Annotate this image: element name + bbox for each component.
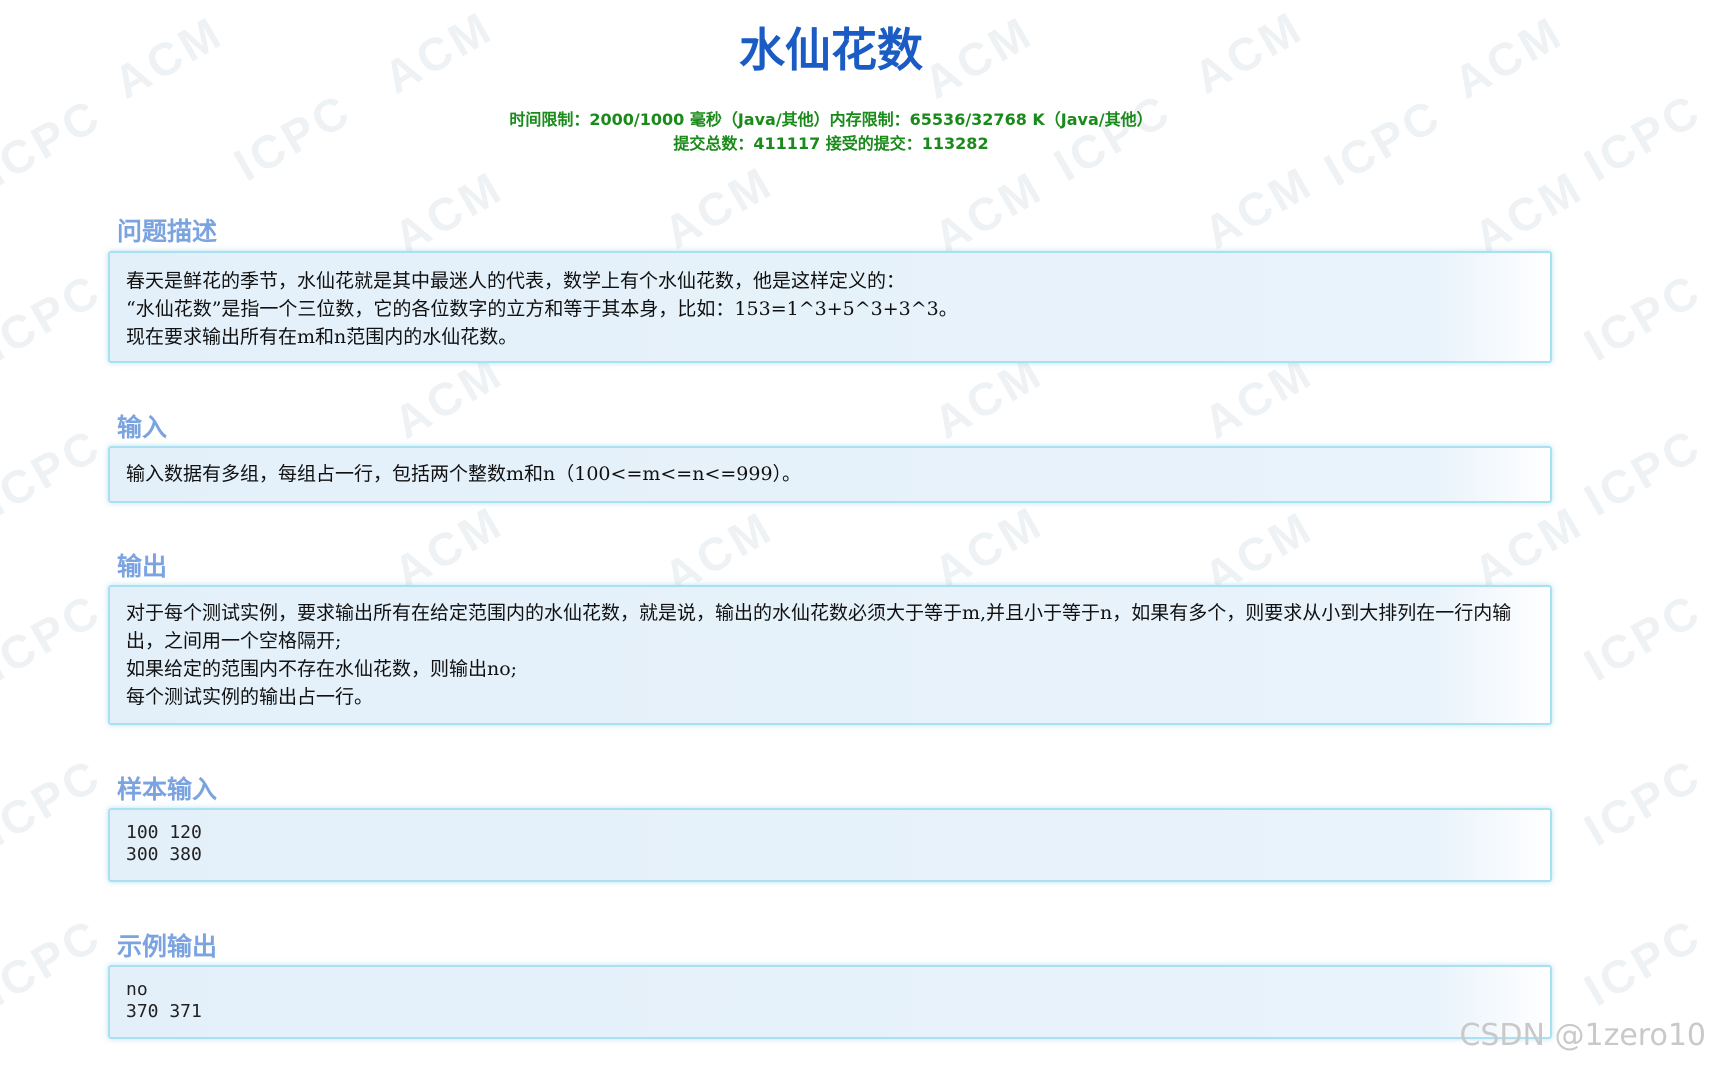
watermark-acm: ACM	[384, 160, 512, 264]
watermark-acm: ACM	[924, 495, 1052, 599]
watermark-icpc: ICPC	[1575, 748, 1711, 856]
watermark-icpc: ICPC	[0, 418, 111, 526]
page-title: 水仙花数	[739, 23, 923, 77]
watermark-icpc: ICPC	[1575, 583, 1711, 691]
watermark-acm: ACM	[1194, 155, 1322, 259]
section-title-description: 问题描述	[117, 217, 218, 246]
watermark-icpc: ICPC	[0, 908, 111, 1016]
watermark-icpc: ICPC	[1575, 908, 1711, 1016]
section-title-input: 输入	[117, 413, 168, 442]
watermark-acm: ACM	[654, 155, 782, 259]
problem-limits: 时间限制：2000/1000 毫秒（Java/其他）内存限制：65536/327…	[0, 108, 1662, 156]
sample-input-line: 300 380	[126, 844, 202, 865]
sample-output-panel: no 370 371	[108, 965, 1552, 1039]
watermark-acm: ACM	[1464, 495, 1592, 599]
watermark-icpc: ICPC	[0, 748, 111, 856]
limits-submissions: 提交总数：411117 接受的提交：113282	[673, 134, 989, 153]
output-panel: 对于每个测试实例，要求输出所有在给定范围内的水仙花数，就是说，输出的水仙花数必须…	[108, 585, 1552, 725]
watermark-acm: ACM	[924, 160, 1052, 264]
watermark-icpc: ICPC	[0, 263, 111, 371]
description-line: 春天是鲜花的季节，水仙花就是其中最迷人的代表，数学上有个水仙花数，他是这样定义的…	[126, 270, 906, 292]
input-line: 输入数据有多组，每组占一行，包括两个整数m和n（100<=m<=n<=999）。	[126, 463, 802, 485]
sample-output-line: 370 371	[126, 1001, 202, 1022]
description-panel: 春天是鲜花的季节，水仙花就是其中最迷人的代表，数学上有个水仙花数，他是这样定义的…	[108, 251, 1552, 363]
output-line: 对于每个测试实例，要求输出所有在给定范围内的水仙花数，就是说，输出的水仙花数必须…	[126, 602, 1512, 652]
input-panel: 输入数据有多组，每组占一行，包括两个整数m和n（100<=m<=n<=999）。	[108, 446, 1552, 503]
description-line: “水仙花数”是指一个三位数，它的各位数字的立方和等于其本身，比如：153=1^3…	[126, 298, 958, 320]
section-title-output: 输出	[117, 552, 168, 581]
section-title-sample-output: 示例输出	[117, 932, 218, 961]
watermark-icpc: ICPC	[1575, 418, 1711, 526]
credit-watermark: CSDN @1zero10	[1459, 1018, 1706, 1053]
watermark-icpc: ICPC	[1575, 263, 1711, 371]
watermark-icpc: ICPC	[0, 583, 111, 691]
output-line: 如果给定的范围内不存在水仙花数，则输出no;	[126, 658, 518, 680]
section-title-sample-input: 样本输入	[117, 775, 218, 804]
sample-output-line: no	[126, 979, 148, 1000]
background-watermark: ACM ACM ACM ACM ACM ICPC ICPC ICPC ICPC …	[0, 0, 1712, 1070]
watermark-acm: ACM	[1464, 160, 1592, 264]
description-line: 现在要求输出所有在m和n范围内的水仙花数。	[126, 326, 518, 348]
sample-input-panel: 100 120 300 380	[108, 808, 1552, 882]
output-line: 每个测试实例的输出占一行。	[126, 686, 374, 708]
sample-input-line: 100 120	[126, 822, 202, 843]
watermark-acm: ACM	[384, 495, 512, 599]
limits-time-memory: 时间限制：2000/1000 毫秒（Java/其他）内存限制：65536/327…	[509, 110, 1153, 129]
